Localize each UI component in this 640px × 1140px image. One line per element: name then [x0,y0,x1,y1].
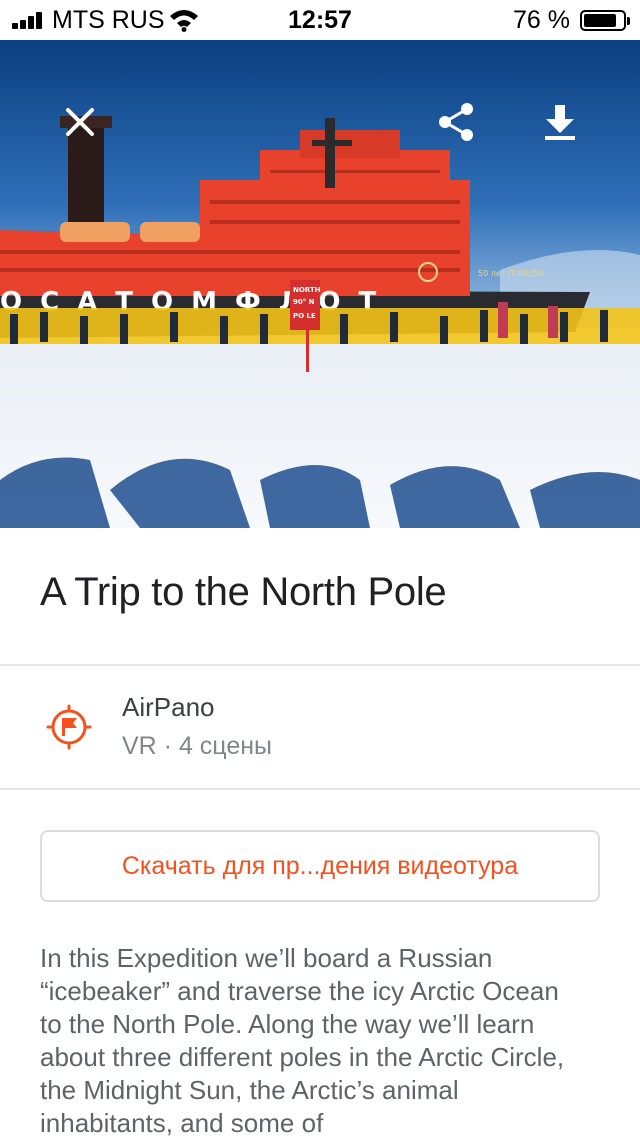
hero-image: 50 лет ПОБЕДЫ ОСАТОМФЛОТ NORTH 90° N PO … [0,40,640,528]
tour-meta: VR · 4 сцены [122,732,273,760]
share-button[interactable] [426,92,486,152]
status-bar: MTS RUS 12:57 76 % [0,0,640,40]
divider-top [0,664,640,666]
cellular-signal-icon [12,11,48,29]
download-button[interactable] [530,92,590,152]
download-icon [545,105,575,140]
carrier-name: MTS RUS [52,6,165,34]
close-button[interactable] [50,92,110,152]
sign-line-1: NORTH [293,286,321,294]
ship-name-text: 50 лет ПОБЕДЫ [478,269,544,278]
sign-line-2: 90° N [293,298,315,306]
close-icon [66,108,94,136]
tour-description: In this Expedition we’ll board a Russian… [40,943,565,1138]
share-icon [439,103,473,141]
download-for-offline-button[interactable]: Скачать для пр...дения видеотура [40,830,600,902]
publisher-name[interactable]: AirPano [122,692,215,723]
tour-title: A Trip to the North Pole [40,570,447,614]
battery-icon [580,10,630,31]
divider-bottom [0,788,640,790]
flag-compass-icon [46,704,92,750]
battery-percent: 76 % [513,6,570,34]
wifi-icon [170,10,198,32]
sign-line-3: PO LE [293,312,316,320]
